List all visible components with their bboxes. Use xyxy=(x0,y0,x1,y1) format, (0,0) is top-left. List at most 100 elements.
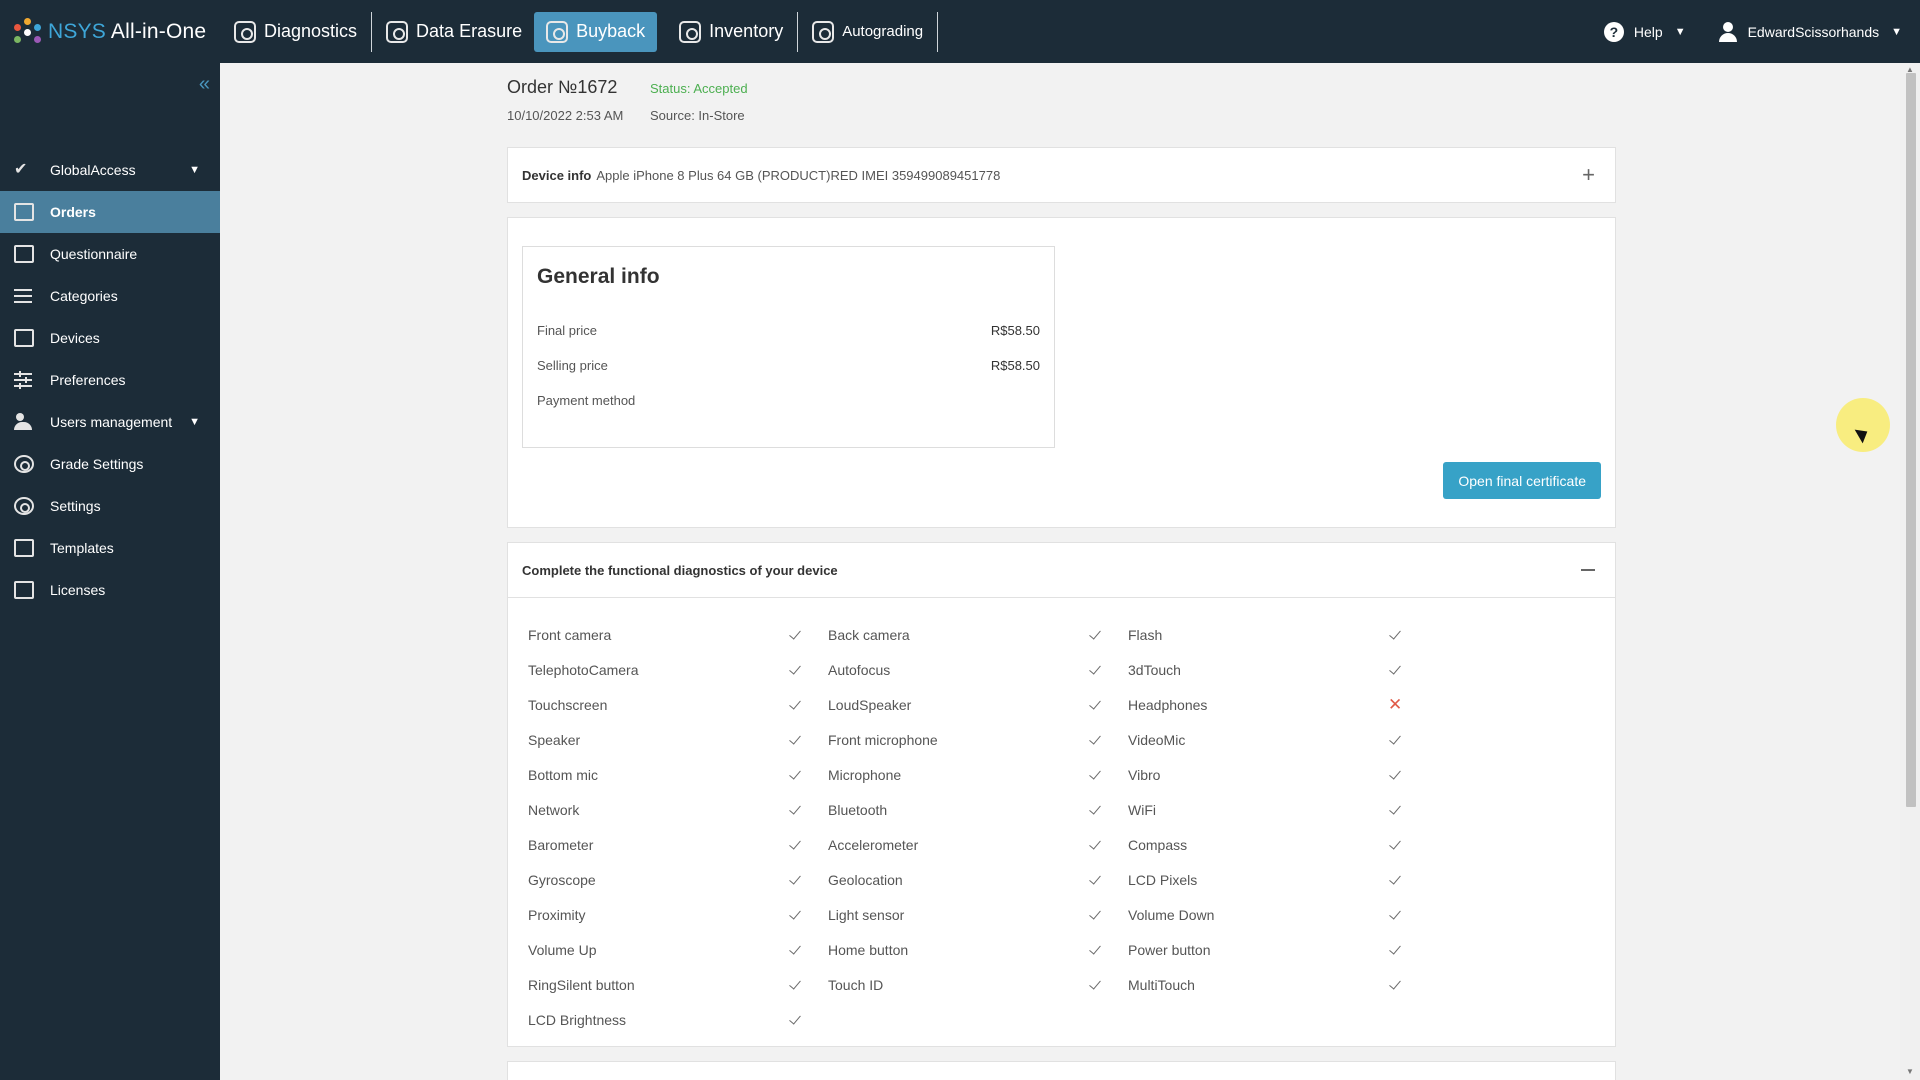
tab-autograding[interactable]: Autograding xyxy=(800,12,935,52)
settings-icon xyxy=(14,497,34,515)
diagnostic-name: Compass xyxy=(1128,837,1188,853)
data-erasure-icon xyxy=(386,20,409,43)
check-icon xyxy=(788,907,804,923)
diagnostic-item: Microphone xyxy=(828,763,1128,787)
sidebar-item-devices[interactable]: Devices xyxy=(0,317,220,359)
diagnostic-item: Bottom mic xyxy=(528,763,828,787)
main-content: Order №1672 Status: Accepted 10/10/2022 … xyxy=(220,63,1900,1080)
diagnostic-name: RingSilent button xyxy=(528,977,635,993)
check-icon xyxy=(1388,977,1404,993)
scrollbar[interactable]: ▲ ▼ xyxy=(1900,63,1920,1080)
diagnostics-header[interactable]: Complete the functional diagnostics of y… xyxy=(508,543,1615,598)
diagnostics-title: Complete the functional diagnostics of y… xyxy=(522,562,838,578)
check-icon xyxy=(788,977,804,993)
check-icon xyxy=(1388,907,1404,923)
payment-method-label: Payment method xyxy=(537,393,636,408)
diagnostic-name: Home button xyxy=(828,942,909,958)
licenses-icon xyxy=(14,581,34,599)
order-date: 10/10/2022 2:53 AM xyxy=(507,108,624,123)
diagnostic-item: Light sensor xyxy=(828,903,1128,927)
check-icon xyxy=(1088,767,1104,783)
sidebar-item-licenses[interactable]: Licenses xyxy=(0,569,220,611)
diagnostic-item: Compass xyxy=(1128,833,1428,857)
scrollbar-thumb[interactable] xyxy=(1906,73,1916,807)
help-label: Help xyxy=(1633,23,1663,40)
sidebar-item-grade-settings[interactable]: Grade Settings xyxy=(0,443,220,485)
check-icon xyxy=(1088,662,1104,678)
user-menu[interactable]: EdwardScissorhands ▼ xyxy=(1718,21,1902,42)
sidebar-item-label: Licenses xyxy=(50,582,106,598)
sidebar-item-questionnaire[interactable]: Questionnaire xyxy=(0,233,220,275)
diagnostic-item: WiFi xyxy=(1128,798,1428,822)
global-access-icon xyxy=(14,159,34,179)
sidebar-item-categories[interactable]: Categories xyxy=(0,275,220,317)
collapse-minus-icon[interactable] xyxy=(1581,569,1595,571)
sidebar-item-orders[interactable]: Orders xyxy=(0,191,220,233)
caret-down-icon: ▼ xyxy=(1674,25,1686,38)
tab-data-erasure[interactable]: Data Erasure xyxy=(374,12,534,52)
diagnostic-item: Gyroscope xyxy=(528,868,828,892)
diagnostic-name: Autofocus xyxy=(828,662,891,678)
diagnostic-item: Touch ID xyxy=(828,973,1128,997)
diagnostic-item: Power button xyxy=(1128,938,1428,962)
diagnostic-name: Touchscreen xyxy=(528,697,608,713)
selling-price-value: R$58.50 xyxy=(990,358,1040,373)
sidebar-item-templates[interactable]: Templates xyxy=(0,527,220,569)
diagnostic-item: Volume Down xyxy=(1128,903,1428,927)
autograding-icon xyxy=(812,20,835,43)
help-menu[interactable]: ? Help ▼ xyxy=(1603,21,1686,42)
check-icon xyxy=(788,627,804,643)
diagnostic-name: Microphone xyxy=(828,767,902,783)
diagnostic-item: Headphones ✕ xyxy=(1128,693,1428,717)
main-nav: Diagnostics Data Erasure Buyback Invento… xyxy=(222,0,940,63)
payment-method-row: Payment method xyxy=(537,393,1040,408)
sidebar-item-label: Devices xyxy=(50,330,100,346)
diagnostic-name: Gyroscope xyxy=(528,872,596,888)
sidebar-item-preferences[interactable]: Preferences xyxy=(0,359,220,401)
check-icon xyxy=(1388,767,1404,783)
diagnostic-item: LCD Pixels xyxy=(1128,868,1428,892)
check-icon xyxy=(788,802,804,818)
tab-buyback[interactable]: Buyback xyxy=(534,11,658,52)
order-status: Status: Accepted xyxy=(650,81,748,96)
final-price-value: R$58.50 xyxy=(990,323,1040,338)
check-icon xyxy=(1088,802,1104,818)
check-icon xyxy=(788,662,804,678)
check-icon xyxy=(1088,942,1104,958)
diagnostic-name: VideoMic xyxy=(1128,732,1186,748)
diagnostic-name: Geolocation xyxy=(828,872,903,888)
sidebar-item-settings[interactable]: Settings xyxy=(0,485,220,527)
diagnostic-item: Flash xyxy=(1128,623,1428,647)
collapse-sidebar-icon[interactable]: « xyxy=(199,73,210,96)
open-final-certificate-button[interactable]: Open final certificate xyxy=(1443,462,1601,499)
diagnostic-name: Power button xyxy=(1128,942,1211,958)
diagnostic-name: Barometer xyxy=(528,837,594,853)
diagnostic-item: LoudSpeaker xyxy=(828,693,1128,717)
brand-logo[interactable]: NSYS All-in-One xyxy=(0,17,222,46)
check-icon xyxy=(1388,837,1404,853)
username: EdwardScissorhands xyxy=(1747,23,1880,40)
diagnostic-name: WiFi xyxy=(1128,802,1156,818)
device-info-panel[interactable]: Device info Apple iPhone 8 Plus 64 GB (P… xyxy=(507,147,1616,203)
expand-plus-icon[interactable]: + xyxy=(1582,162,1595,188)
diagnostic-name: TelephotoCamera xyxy=(528,662,639,678)
check-icon xyxy=(788,837,804,853)
cross-icon: ✕ xyxy=(1388,695,1403,714)
sidebar-item-users-management[interactable]: Users management ▼ xyxy=(0,401,220,443)
check-icon xyxy=(1088,907,1104,923)
tab-inventory[interactable]: Inventory xyxy=(667,12,795,52)
templates-icon xyxy=(14,539,34,557)
diagnostic-name: LCD Pixels xyxy=(1128,872,1198,888)
check-icon xyxy=(1088,697,1104,713)
check-icon xyxy=(788,1012,804,1028)
scroll-down-arrow-icon[interactable]: ▼ xyxy=(1906,1067,1914,1076)
diagnostic-name: MultiTouch xyxy=(1128,977,1195,993)
diagnostic-item: MultiTouch xyxy=(1128,973,1428,997)
check-icon xyxy=(1088,627,1104,643)
tab-diagnostics[interactable]: Diagnostics xyxy=(222,12,369,52)
diagnostic-item: Volume Up xyxy=(528,938,828,962)
sidebar-item-globalaccess[interactable]: GlobalAccess ▼ xyxy=(0,149,220,191)
preferences-icon xyxy=(14,371,34,389)
diagnostic-name: Light sensor xyxy=(828,907,905,923)
diagnostic-item: Touchscreen xyxy=(528,693,828,717)
